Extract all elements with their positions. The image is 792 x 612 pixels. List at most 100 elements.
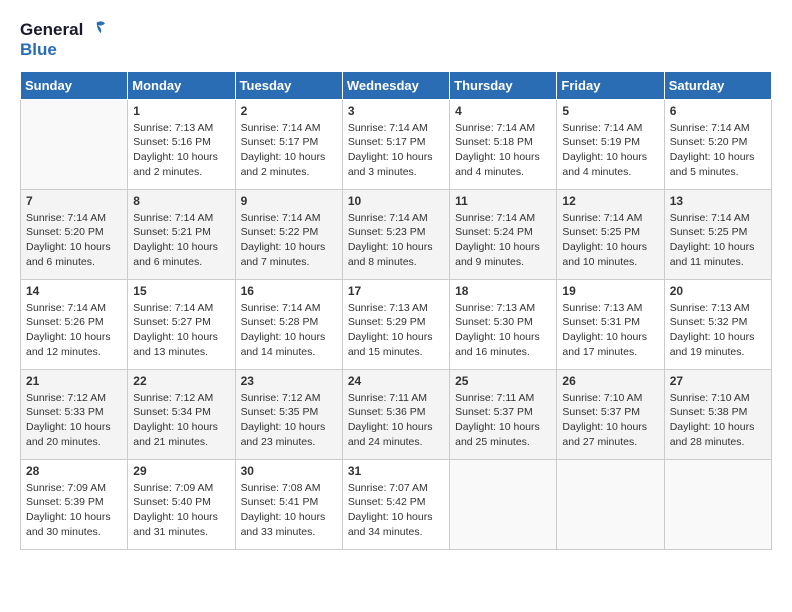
calendar-day-cell: 24 Sunrise: 7:11 AMSunset: 5:36 PMDayligh… [342,369,449,459]
day-number: 18 [455,284,551,298]
day-info: Sunrise: 7:14 AMSunset: 5:19 PMDaylight:… [562,121,658,180]
day-info: Sunrise: 7:14 AMSunset: 5:25 PMDaylight:… [562,211,658,270]
calendar-day-cell: 28Sunrise: 7:09 AMSunset: 5:39 PMDayligh… [21,459,128,549]
day-number: 11 [455,194,551,208]
calendar-day-cell: 10 Sunrise: 7:14 AMSunset: 5:23 PMDayligh… [342,189,449,279]
day-info: Sunrise: 7:14 AMSunset: 5:17 PMDaylight:… [348,121,444,180]
calendar-day-cell: 20 Sunrise: 7:13 AMSunset: 5:32 PMDayligh… [664,279,771,369]
day-number: 10 [348,194,444,208]
day-info: Sunrise: 7:14 AMSunset: 5:17 PMDaylight:… [241,121,337,180]
day-number: 17 [348,284,444,298]
calendar-day-cell: 13 Sunrise: 7:14 AMSunset: 5:25 PMDayligh… [664,189,771,279]
weekday-header: Friday [557,71,664,99]
calendar-day-cell: 1 Sunrise: 7:13 AMSunset: 5:16 PMDaylight… [128,99,235,189]
day-info: Sunrise: 7:14 AMSunset: 5:20 PMDaylight:… [670,121,766,180]
day-number: 25 [455,374,551,388]
day-info: Sunrise: 7:07 AMSunset: 5:42 PMDaylight:… [348,481,444,540]
calendar-day-cell: 5 Sunrise: 7:14 AMSunset: 5:19 PMDaylight… [557,99,664,189]
day-info: Sunrise: 7:08 AMSunset: 5:41 PMDaylight:… [241,481,337,540]
calendar-day-cell: 25 Sunrise: 7:11 AMSunset: 5:37 PMDayligh… [450,369,557,459]
logo-general: General [20,20,83,40]
day-number: 8 [133,194,229,208]
calendar-week-row: 7 Sunrise: 7:14 AMSunset: 5:20 PMDaylight… [21,189,772,279]
day-number: 13 [670,194,766,208]
weekday-header: Saturday [664,71,771,99]
calendar-day-cell: 21Sunrise: 7:12 AMSunset: 5:33 PMDayligh… [21,369,128,459]
day-number: 30 [241,464,337,478]
calendar-day-cell: 15Sunrise: 7:14 AMSunset: 5:27 PMDayligh… [128,279,235,369]
calendar-day-cell: 30 Sunrise: 7:08 AMSunset: 5:41 PMDayligh… [235,459,342,549]
logo-bird-icon [85,20,105,40]
calendar-day-cell: 26 Sunrise: 7:10 AMSunset: 5:37 PMDayligh… [557,369,664,459]
day-info: Sunrise: 7:14 AMSunset: 5:28 PMDaylight:… [241,301,337,360]
day-info: Sunrise: 7:10 AMSunset: 5:37 PMDaylight:… [562,391,658,450]
calendar-day-cell: 4 Sunrise: 7:14 AMSunset: 5:18 PMDaylight… [450,99,557,189]
page-header: General Blue [20,20,772,61]
calendar-day-cell [21,99,128,189]
day-number: 9 [241,194,337,208]
day-info: Sunrise: 7:14 AMSunset: 5:26 PMDaylight:… [26,301,122,360]
day-number: 19 [562,284,658,298]
day-info: Sunrise: 7:13 AMSunset: 5:32 PMDaylight:… [670,301,766,360]
day-number: 1 [133,104,229,118]
calendar-day-cell: 31Sunrise: 7:07 AMSunset: 5:42 PMDayligh… [342,459,449,549]
day-info: Sunrise: 7:14 AMSunset: 5:21 PMDaylight:… [133,211,229,270]
logo-blue: Blue [20,40,57,60]
calendar-day-cell: 6Sunrise: 7:14 AMSunset: 5:20 PMDaylight… [664,99,771,189]
calendar-week-row: 14 Sunrise: 7:14 AMSunset: 5:26 PMDayligh… [21,279,772,369]
day-number: 27 [670,374,766,388]
day-number: 16 [241,284,337,298]
day-info: Sunrise: 7:12 AMSunset: 5:35 PMDaylight:… [241,391,337,450]
day-info: Sunrise: 7:09 AMSunset: 5:39 PMDaylight:… [26,481,122,540]
calendar-day-cell: 14 Sunrise: 7:14 AMSunset: 5:26 PMDayligh… [21,279,128,369]
calendar-day-cell: 7 Sunrise: 7:14 AMSunset: 5:20 PMDaylight… [21,189,128,279]
day-number: 26 [562,374,658,388]
calendar-day-cell: 22 Sunrise: 7:12 AMSunset: 5:34 PMDayligh… [128,369,235,459]
calendar-day-cell: 16 Sunrise: 7:14 AMSunset: 5:28 PMDayligh… [235,279,342,369]
calendar-table: SundayMondayTuesdayWednesdayThursdayFrid… [20,71,772,550]
day-number: 2 [241,104,337,118]
day-number: 12 [562,194,658,208]
day-info: Sunrise: 7:14 AMSunset: 5:27 PMDaylight:… [133,301,229,360]
day-info: Sunrise: 7:14 AMSunset: 5:23 PMDaylight:… [348,211,444,270]
day-info: Sunrise: 7:14 AMSunset: 5:25 PMDaylight:… [670,211,766,270]
day-number: 7 [26,194,122,208]
calendar-day-cell: 23 Sunrise: 7:12 AMSunset: 5:35 PMDayligh… [235,369,342,459]
calendar-day-cell: 3 Sunrise: 7:14 AMSunset: 5:17 PMDaylight… [342,99,449,189]
day-number: 14 [26,284,122,298]
weekday-header: Tuesday [235,71,342,99]
day-info: Sunrise: 7:12 AMSunset: 5:33 PMDaylight:… [26,391,122,450]
day-info: Sunrise: 7:13 AMSunset: 5:29 PMDaylight:… [348,301,444,360]
day-number: 24 [348,374,444,388]
day-info: Sunrise: 7:11 AMSunset: 5:37 PMDaylight:… [455,391,551,450]
weekday-header: Monday [128,71,235,99]
weekday-header-row: SundayMondayTuesdayWednesdayThursdayFrid… [21,71,772,99]
calendar-day-cell: 2 Sunrise: 7:14 AMSunset: 5:17 PMDaylight… [235,99,342,189]
calendar-day-cell: 18 Sunrise: 7:13 AMSunset: 5:30 PMDayligh… [450,279,557,369]
day-info: Sunrise: 7:13 AMSunset: 5:30 PMDaylight:… [455,301,551,360]
day-number: 23 [241,374,337,388]
weekday-header: Wednesday [342,71,449,99]
day-number: 3 [348,104,444,118]
day-info: Sunrise: 7:13 AMSunset: 5:31 PMDaylight:… [562,301,658,360]
day-info: Sunrise: 7:14 AMSunset: 5:22 PMDaylight:… [241,211,337,270]
day-info: Sunrise: 7:14 AMSunset: 5:20 PMDaylight:… [26,211,122,270]
calendar-day-cell: 19 Sunrise: 7:13 AMSunset: 5:31 PMDayligh… [557,279,664,369]
day-info: Sunrise: 7:09 AMSunset: 5:40 PMDaylight:… [133,481,229,540]
day-number: 20 [670,284,766,298]
day-info: Sunrise: 7:13 AMSunset: 5:16 PMDaylight:… [133,121,229,180]
calendar-day-cell: 17 Sunrise: 7:13 AMSunset: 5:29 PMDayligh… [342,279,449,369]
calendar-week-row: 1 Sunrise: 7:13 AMSunset: 5:16 PMDaylight… [21,99,772,189]
day-info: Sunrise: 7:12 AMSunset: 5:34 PMDaylight:… [133,391,229,450]
day-info: Sunrise: 7:14 AMSunset: 5:18 PMDaylight:… [455,121,551,180]
calendar-day-cell [664,459,771,549]
logo: General Blue [20,20,105,61]
day-info: Sunrise: 7:10 AMSunset: 5:38 PMDaylight:… [670,391,766,450]
calendar-week-row: 28Sunrise: 7:09 AMSunset: 5:39 PMDayligh… [21,459,772,549]
calendar-day-cell: 27 Sunrise: 7:10 AMSunset: 5:38 PMDayligh… [664,369,771,459]
day-number: 22 [133,374,229,388]
day-info: Sunrise: 7:11 AMSunset: 5:36 PMDaylight:… [348,391,444,450]
day-number: 4 [455,104,551,118]
day-number: 5 [562,104,658,118]
calendar-day-cell [450,459,557,549]
